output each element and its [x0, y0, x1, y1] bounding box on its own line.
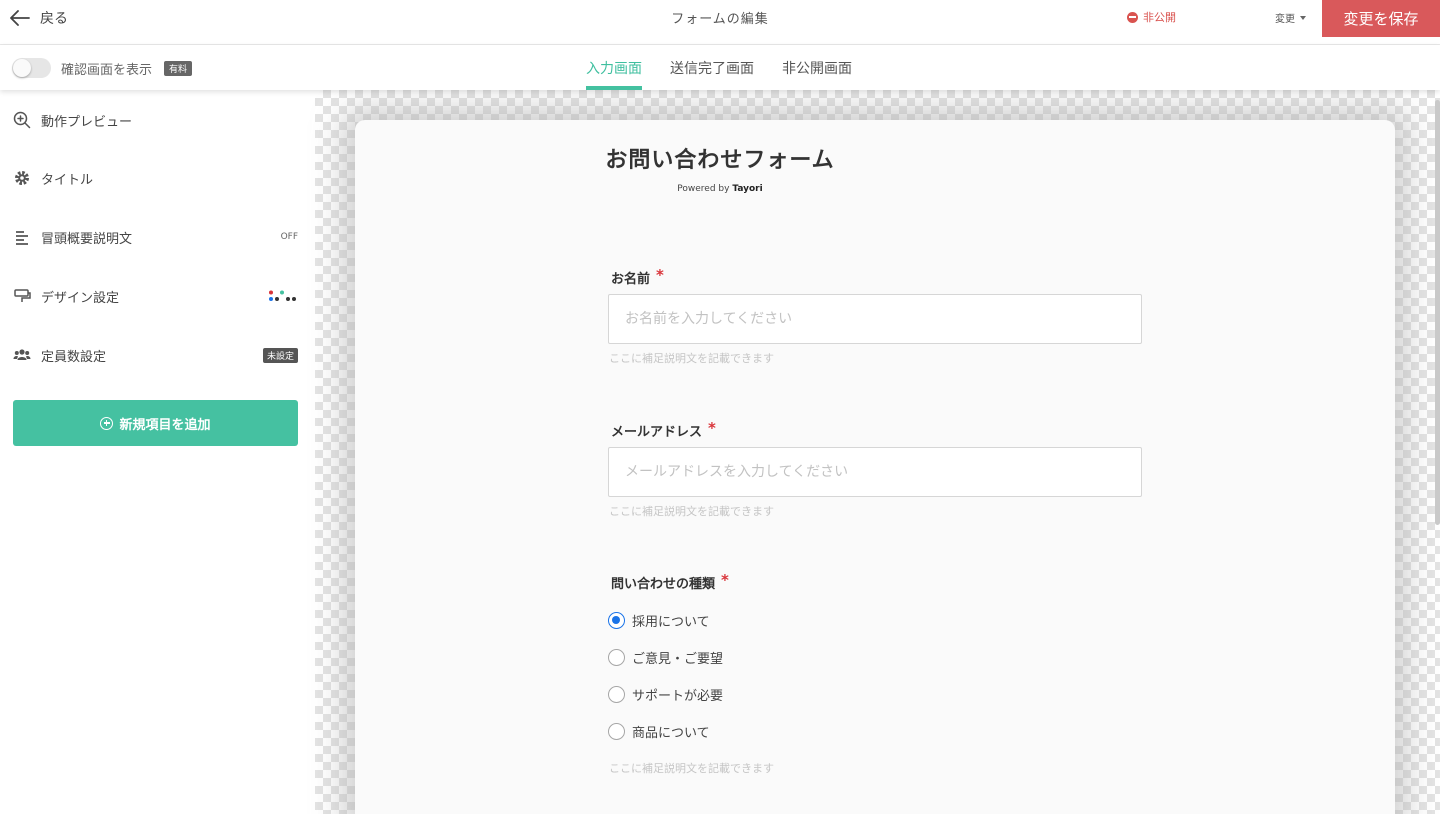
sidebar-item-label: デザイン設定	[41, 290, 120, 306]
confirm-switch[interactable]	[12, 58, 51, 78]
radio-option-recruit[interactable]: 採用について	[608, 610, 710, 630]
paint-roller-icon	[13, 287, 31, 305]
sidebar: 動作プレビュー タイトル 冒頭概要説明文 OFF デザイン設定 定員数設定 未設…	[0, 90, 315, 814]
sub-bar: 確認画面を表示 有料 入力画面 送信完了画面 非公開画面	[0, 45, 1440, 90]
sidebar-item-label: 動作プレビュー	[41, 114, 133, 130]
inquiry-type-label: 問い合わせの種類 *	[611, 571, 729, 592]
sidebar-item-intro-text[interactable]: 冒頭概要説明文 OFF	[0, 208, 315, 266]
required-mark: *	[656, 266, 664, 284]
sidebar-item-label: 冒頭概要説明文	[41, 231, 133, 247]
powered-by: Powered by Tayori	[0, 184, 1440, 194]
sidebar-item-preview[interactable]: 動作プレビュー	[0, 91, 315, 149]
confirm-label: 確認画面を表示	[61, 62, 153, 78]
field-label-text: メールアドレス	[611, 425, 703, 440]
status-label: 非公開	[1143, 11, 1176, 24]
email-input[interactable]	[608, 447, 1142, 497]
form-title: お問い合わせフォーム	[605, 148, 835, 173]
publish-status: 非公開	[1127, 9, 1176, 25]
sidebar-item-label: 定員数設定	[41, 349, 107, 365]
zoom-in-icon	[13, 111, 31, 129]
tab-private-screen[interactable]: 非公開画面	[782, 45, 852, 90]
inquiry-help-text: ここに補足説明文を記載できます	[609, 762, 774, 775]
radio-option-product[interactable]: 商品について	[608, 721, 710, 741]
tab-input-screen[interactable]: 入力画面	[586, 45, 642, 90]
name-field-label: お名前 *	[611, 266, 664, 287]
radio-option-feedback[interactable]: ご意見・ご要望	[608, 647, 723, 667]
top-bar: 戻る フォームの編集 非公開 変更 変更を保存	[0, 0, 1440, 45]
sidebar-item-design[interactable]: デザイン設定	[0, 267, 315, 325]
save-changes-button[interactable]: 変更を保存	[1322, 0, 1440, 37]
powered-prefix: Powered by	[677, 184, 730, 194]
paid-badge: 有料	[164, 60, 193, 76]
screen-tabs: 入力画面 送信完了画面 非公開画面	[586, 45, 880, 90]
page-title: フォームの編集	[671, 12, 769, 27]
sidebar-item-capacity[interactable]: 定員数設定 未設定	[0, 326, 315, 384]
field-label-text: 問い合わせの種類	[611, 577, 716, 592]
radio-option-support[interactable]: サポートが必要	[608, 684, 723, 704]
powered-brand: Tayori	[732, 184, 763, 194]
field-label-text: お名前	[611, 272, 651, 287]
radio-button[interactable]	[608, 722, 625, 740]
change-label: 変更	[1275, 14, 1295, 25]
radio-option-label: 商品について	[632, 725, 710, 741]
unset-badge: 未設定	[262, 347, 298, 363]
email-field-label: メールアドレス *	[611, 419, 716, 440]
radio-option-label: サポートが必要	[632, 688, 724, 704]
email-help-text: ここに補足説明文を記載できます	[609, 505, 774, 518]
status-change-dropdown[interactable]: 変更	[1275, 10, 1306, 25]
confirm-screen-toggle: 確認画面を表示 有料	[12, 58, 193, 78]
name-input[interactable]	[608, 294, 1142, 344]
name-help-text: ここに補足説明文を記載できます	[609, 352, 774, 365]
radio-button[interactable]	[608, 685, 625, 703]
add-new-item-button[interactable]: 新規項目を追加	[13, 400, 298, 446]
required-mark: *	[708, 419, 716, 437]
radio-option-label: 採用について	[632, 614, 710, 630]
color-palette-icon	[269, 290, 296, 301]
radio-option-label: ご意見・ご要望	[632, 651, 724, 667]
required-mark: *	[721, 571, 729, 589]
text-align-icon	[13, 228, 31, 246]
tab-complete-screen[interactable]: 送信完了画面	[670, 45, 754, 90]
users-icon	[13, 346, 31, 364]
radio-button[interactable]	[608, 648, 625, 666]
add-button-label: 新規項目を追加	[119, 417, 211, 433]
minus-circle-icon	[1127, 11, 1138, 23]
off-indicator: OFF	[280, 232, 298, 242]
plus-circle-icon	[100, 416, 114, 430]
caret-down-icon	[1300, 15, 1306, 20]
radio-button-checked[interactable]	[608, 611, 625, 629]
